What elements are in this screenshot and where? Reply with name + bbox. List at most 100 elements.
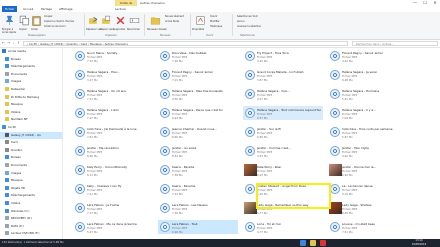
copy-label[interactable]: Copier — [19, 28, 27, 31]
file-item[interactable]: Hélène Ségara - Parce que c'est toi Fichi… — [158, 106, 238, 120]
file-item[interactable]: Lady Gaga - Shallow Fichier MP3 8,39 Mo — [328, 201, 408, 215]
file-item[interactable]: Lara Fabian - Les Dessus Fichier MP3 7,36 … — [158, 201, 238, 215]
file-item[interactable]: Hélène Ségara - Vivo... Fichier MP3 9,27 M… — [243, 87, 323, 101]
file-item[interactable]: Indochine - Trois nuits par semaine Fichi… — [328, 125, 408, 139]
nav-item-label: Accès rapide — [8, 49, 26, 53]
new-folder-label[interactable]: Nouveau dossier — [147, 28, 167, 31]
file-item[interactable]: Kelly - I believe I can fly Fichier MP3 7,… — [73, 182, 153, 196]
file-item[interactable]: Hélène Ségara - Mes tres bouquets Fichier… — [158, 87, 238, 101]
nav-item[interactable]: Images — [0, 78, 62, 85]
nav-item[interactable]: Téléchargements — [0, 192, 62, 199]
nav-item[interactable]: Windows (C:) — [0, 208, 62, 215]
file-item[interactable]: Grand Corps Malade - Inch'Allah Fichier M… — [243, 68, 323, 82]
nav-item[interactable]: Bureau — [0, 56, 62, 63]
delete-icon[interactable] — [115, 15, 126, 26]
nav-item[interactable]: Documents — [0, 162, 62, 169]
search-input[interactable]: Rechercher dans : Autres... — [352, 41, 438, 46]
invert-selection-button[interactable]: Inverser la sélection — [237, 25, 261, 28]
file-item[interactable]: Kaaris - Paradis Fichier MP3 7,38 Mo — [158, 163, 238, 177]
cut-button[interactable]: Couper — [44, 15, 53, 18]
nav-item[interactable]: Musique — [0, 101, 62, 108]
nav-item[interactable]: Vidéos — [0, 200, 62, 207]
file-item[interactable]: Lara Fabian - Je t'aime Fichier MP3 7,37 M… — [73, 201, 153, 215]
new-item-button[interactable]: Nouvel élément — [165, 15, 184, 18]
file-item[interactable]: Jenifer - Donne-moi le... Fichier MP3 6,92… — [328, 163, 408, 177]
file-item[interactable]: Hélène Ségara - Je serai Fichier MP3 8,28 … — [328, 68, 408, 82]
open-button[interactable]: Ouvrir — [210, 15, 217, 18]
up-arrow-icon[interactable]: ↑ — [16, 40, 21, 47]
file-item[interactable]: Florent Pagny - Savoir aimer Fichier MP3 4… — [328, 49, 408, 63]
nav-item-label: Musique — [11, 102, 23, 107]
copy-icon[interactable] — [19, 15, 30, 26]
nav-item[interactable]: Lecteur DVD RW (F:) — [0, 230, 62, 237]
nav-item[interactable]: DATA (E:) — [0, 223, 62, 230]
file-item[interactable]: Indochine - J'ai Demandé à la lune Fichie… — [73, 125, 153, 139]
file-item[interactable]: Fly Project - Toca Toca Fichier MP3 3,42 M… — [243, 49, 323, 63]
file-item[interactable]: Jenifer - Ma révolution Fichier MP3 8,46 M… — [73, 144, 153, 158]
copy-to-icon[interactable] — [101, 15, 112, 26]
nav-item[interactable]: Card — [0, 139, 62, 146]
properties-icon[interactable] — [195, 15, 206, 26]
nav-item[interactable]: Dataunter — [0, 86, 62, 93]
select-all-button[interactable]: Sélectionner tout — [237, 15, 258, 18]
file-item[interactable]: Hélène Ségara - L'ami Fichier MP3 7,47 Mo — [73, 106, 153, 120]
pin-label[interactable]: Épingler à Accès rapide — [2, 28, 18, 34]
edit-button[interactable]: Modifier — [210, 20, 220, 23]
nav-item[interactable]: Ce PC — [0, 124, 62, 131]
nav-item[interactable]: Téléchargements — [0, 63, 62, 70]
easy-access-button[interactable]: Accès facile — [165, 20, 179, 23]
paste-icon[interactable] — [31, 15, 42, 26]
rename-label[interactable]: Renommer — [127, 28, 140, 31]
app-taskbar-icon[interactable] — [320, 240, 326, 246]
file-item[interactable]: La - Le dernier danse Fichier MP3 9,16 Mo — [328, 182, 408, 196]
file-item[interactable]: Lara Fabian - Me ce dans la Sarme Fichier… — [73, 220, 153, 234]
file-item[interactable]: Jenifer - Comme c'est... Fichier MP3 4,53 … — [243, 144, 323, 158]
file-item[interactable]: Hélène Ségara - On vit ans Fichier MP3 7,3… — [73, 87, 153, 101]
explorer-taskbar-icon[interactable] — [300, 240, 306, 246]
history-button[interactable]: Historique — [210, 25, 222, 28]
nav-item[interactable]: Objets 3D — [0, 185, 62, 192]
file-item[interactable]: Florent Pagny - Savoir aimer Fichier MP3 7… — [158, 68, 238, 82]
new-folder-icon[interactable] — [150, 15, 161, 26]
file-item[interactable]: Louane - On était beau Fichier MP3 7,51 Mo — [328, 220, 408, 234]
paste-shortcut-button[interactable]: Coller le raccourci — [44, 25, 66, 28]
address-bar[interactable]: › Ce PC › Galaxy J7 (2016) › Quantro › C… — [23, 41, 348, 46]
paste-label[interactable]: Coller — [31, 28, 38, 31]
file-item[interactable]: Hélène Ségara - Il y a... Fichier MP3 7,04… — [328, 106, 408, 120]
file-item[interactable]: Hélène Ségara - Tout commence aujourd'hu… — [243, 106, 323, 120]
nav-item[interactable]: Documents — [0, 71, 62, 78]
file-item[interactable]: Hélène Ségara - Pour... Fichier MP3 3,47 M… — [73, 68, 153, 82]
file-item[interactable]: Hélène Ségara - Humaine Fichier MP3 5,61 M… — [328, 87, 408, 101]
nav-item[interactable]: Bureau — [0, 154, 62, 161]
delete-label[interactable]: Supprimer — [113, 28, 126, 31]
move-to-icon[interactable] — [88, 15, 99, 26]
copy-to-label[interactable]: Copier vers — [100, 28, 114, 31]
file-item[interactable]: Dieu Vasa - Dés Oubliés Fichier MP3 7,26 M… — [158, 49, 238, 63]
pin-icon[interactable] — [4, 15, 15, 26]
nav-item[interactable]: Di Ditta du Mameng — [0, 94, 62, 101]
select-none-button[interactable]: Aucun — [237, 20, 245, 23]
file-item[interactable]: Jenifer - Mon Idylle Fichier MP3 4,92 Mo — [328, 144, 408, 158]
nav-item[interactable]: Musique — [0, 177, 62, 184]
rename-icon[interactable] — [129, 15, 140, 26]
copy-path-button[interactable]: Copier le chemin d'accès — [44, 20, 74, 23]
properties-label[interactable]: Propriétés — [192, 28, 204, 31]
nav-item[interactable]: Images — [0, 170, 62, 177]
file-item[interactable]: Kate Perry - Roar Fichier MP3 9,03 Mo — [243, 163, 323, 177]
nav-item[interactable]: Galaxy J7 (2016) - Qu — [0, 131, 62, 139]
file-item[interactable]: Lara Fabian - Tout Fichier MP3 6,96 Mo — [158, 220, 238, 234]
nav-item[interactable]: Accès rapide — [0, 48, 62, 55]
file-item[interactable]: Jenifer - Au soleil Fichier MP3 8,64 Mo — [158, 144, 238, 158]
folder-taskbar-icon[interactable] — [310, 240, 316, 246]
nav-item[interactable]: Quantro — [0, 147, 62, 154]
file-item[interactable]: Jeanne Cherhal - Quand nous... Fichier MP… — [158, 125, 238, 139]
item-count: 133 élément(s) — [2, 241, 22, 244]
file-item[interactable]: Gucci Mane - Society Fichier MP3 7,32 Mo — [73, 49, 153, 63]
file-item[interactable]: Katy Perry - Unconditionally Fichier MP3 8… — [73, 163, 153, 177]
nav-item[interactable]: Nel Nam NF — [0, 116, 62, 123]
nav-item[interactable]: Vidéos — [0, 109, 62, 116]
nav-item[interactable]: RECOVERY (D:) — [0, 215, 62, 222]
file-item[interactable]: Jenifer - Sur le fil Fichier MP3 6,80 Mo — [243, 125, 323, 139]
file-item[interactable]: Kaaris - Paname Fichier MP3 7,34 Mo — [158, 182, 238, 196]
file-item[interactable]: Lorie - Toi et moi Fichier MP3 4,77 Mo — [243, 220, 323, 234]
